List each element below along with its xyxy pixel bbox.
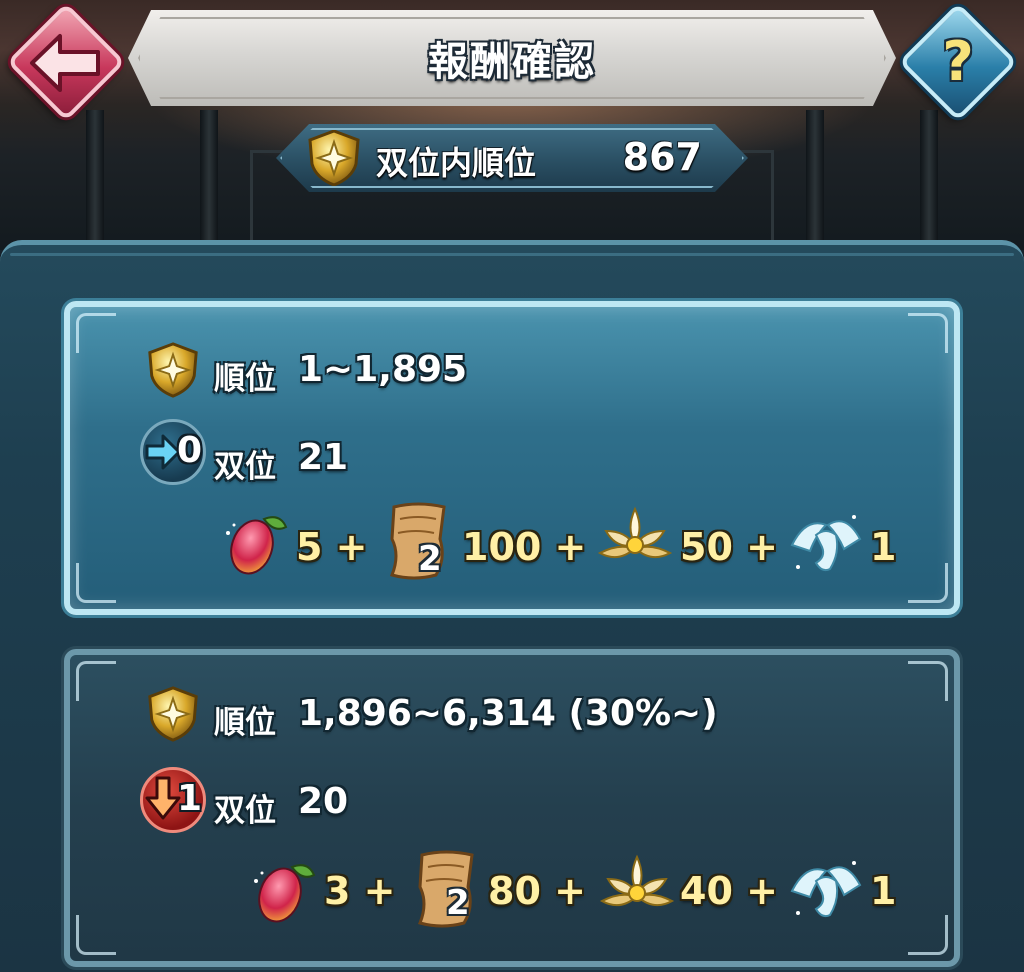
reward-amount: 1: [870, 525, 897, 569]
card-corner-ornament: [76, 313, 116, 353]
reward-card-tier-1: 順位 1~1,895 0 双位 21 5 + 2 100 + 50 + 1: [64, 301, 960, 615]
card-corner-ornament: [908, 661, 948, 701]
tier-label: 双位: [214, 793, 276, 829]
fruit-icon: [226, 516, 288, 575]
background-pillar: [920, 110, 938, 250]
title-banner: 報酬確認: [128, 10, 896, 106]
background-pillar: [86, 110, 104, 250]
rank-summary-pill: 双位内順位 867: [276, 124, 748, 192]
tier-change-badge: 0: [140, 419, 206, 485]
reward-amount: 5 +: [296, 525, 368, 569]
reward-amount: 100 +: [462, 525, 587, 569]
card-corner-ornament: [908, 915, 948, 955]
card-corner-ornament: [76, 661, 116, 701]
card-corner-ornament: [908, 563, 948, 603]
card-corner-ornament: [76, 563, 116, 603]
reward-amount: 40 +: [680, 869, 778, 913]
rank-shield-icon: [148, 686, 198, 742]
back-arrow-icon: [30, 34, 100, 92]
tier-value: 21: [298, 437, 349, 478]
tier-change-value: 0: [177, 430, 203, 471]
fruit-icon: [254, 864, 316, 923]
page-title: 報酬確認: [428, 39, 596, 85]
background-pillar: [200, 110, 218, 250]
tier-value: 20: [298, 781, 349, 822]
help-icon: ?: [942, 30, 974, 93]
rank-range: 1,896~6,314 (30%~): [298, 693, 718, 734]
reward-amount: 80 +: [488, 869, 586, 913]
lotus-icon: [599, 854, 675, 907]
rank-range: 1~1,895: [298, 349, 468, 390]
reward-amount: 1: [870, 869, 897, 913]
tier-change-badge: 1: [140, 767, 206, 833]
dragon-icon: [790, 861, 862, 918]
reward-card-tier-2: 順位 1,896~6,314 (30%~) 1 双位 20 3 + 2 80 +…: [64, 649, 960, 967]
lotus-icon: [597, 506, 673, 559]
tier-change-value: 1: [177, 778, 203, 819]
reward-amount: 3 +: [324, 869, 396, 913]
tier-label: 双位: [214, 449, 276, 485]
scroll-quantity-badge: 2: [446, 883, 470, 923]
rank-label: 順位: [214, 705, 276, 741]
reward-amount: 50 +: [680, 525, 778, 569]
rank-summary-label: 双位内順位: [376, 144, 537, 182]
rank-shield-icon: [308, 129, 360, 187]
background-pillar: [806, 110, 824, 250]
help-button[interactable]: ?: [898, 2, 1018, 122]
card-corner-ornament: [908, 313, 948, 353]
dragon-icon: [790, 515, 862, 572]
rank-summary-value: 867: [622, 135, 702, 179]
scroll-quantity-badge: 2: [418, 539, 442, 579]
card-corner-ornament: [76, 915, 116, 955]
back-button[interactable]: [6, 2, 126, 122]
rank-label: 順位: [214, 361, 276, 397]
rank-shield-icon: [148, 342, 198, 398]
